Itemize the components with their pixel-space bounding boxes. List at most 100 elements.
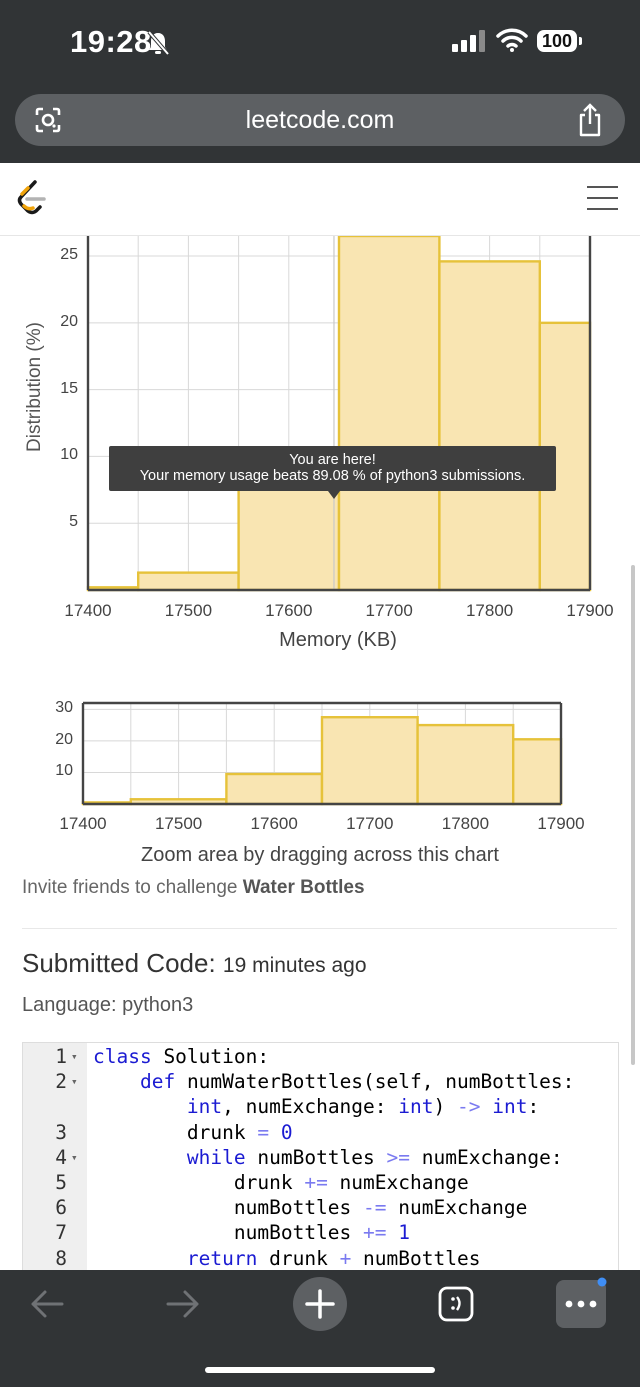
camera-lens-icon[interactable] bbox=[34, 106, 62, 134]
y-tick-label: 20 bbox=[60, 312, 78, 330]
code-token: += bbox=[363, 1221, 387, 1245]
code-token: return bbox=[186, 1246, 258, 1270]
histogram-bar bbox=[225, 772, 324, 806]
code-token: def bbox=[139, 1070, 176, 1094]
code-text: numBottles += 1 bbox=[93, 1221, 411, 1245]
y-tick-label: 25 bbox=[60, 246, 78, 264]
x-tick-label: 17900 bbox=[537, 814, 585, 833]
x-tick-label: 17600 bbox=[265, 601, 313, 620]
home-indicator bbox=[205, 1367, 435, 1373]
site-header bbox=[0, 163, 640, 236]
back-arrow-icon[interactable] bbox=[28, 1288, 66, 1320]
code-text: class Solution: bbox=[93, 1045, 270, 1068]
bell-muted-icon bbox=[147, 30, 170, 56]
tooltip-title: You are here! bbox=[289, 452, 376, 468]
tooltip-pointer bbox=[328, 491, 340, 499]
y-tick-label: 10 bbox=[55, 762, 73, 780]
invite-prefix: Invite friends to challenge bbox=[22, 877, 243, 898]
histogram-bar bbox=[438, 260, 541, 592]
battery-tip bbox=[579, 37, 582, 45]
histogram-bar bbox=[136, 571, 240, 592]
y-tick-label: 10 bbox=[60, 446, 78, 464]
code-line[interactable]: 2 ▾ def numWaterBottles(self, numBottles: bbox=[23, 1069, 618, 1094]
code-text: while numBottles >= numExchange: bbox=[186, 1145, 563, 1169]
code-text: return drunk + numBottles bbox=[186, 1246, 481, 1270]
tooltip: You are here! Your memory usage beats 89… bbox=[109, 446, 556, 491]
y-tick-label: 5 bbox=[69, 513, 78, 531]
invite-text: Invite friends to challenge Water Bottle… bbox=[22, 877, 365, 899]
code-line[interactable]: int, numExchange: int) -> int: bbox=[23, 1094, 618, 1119]
forward-arrow-icon[interactable] bbox=[164, 1288, 202, 1320]
line-number-text: 7 bbox=[55, 1221, 67, 1245]
line-number-text: 1 bbox=[55, 1045, 67, 1068]
code-text: numBottles -= numExchange bbox=[93, 1196, 528, 1220]
code-token: 0 bbox=[280, 1120, 293, 1144]
new-tab-plus-icon[interactable] bbox=[292, 1276, 348, 1332]
invite-problem-link[interactable]: Water Bottles bbox=[243, 877, 365, 898]
code-line[interactable]: 1 ▾ class Solution: bbox=[23, 1044, 618, 1069]
share-icon[interactable] bbox=[576, 103, 604, 137]
code-line[interactable]: 6 numBottles -= numExchange bbox=[23, 1195, 618, 1220]
line-number-text: 3 bbox=[55, 1120, 67, 1144]
more-options-icon[interactable] bbox=[554, 1276, 610, 1330]
zoom-hint: Zoom area by dragging across this chart bbox=[141, 844, 499, 866]
leetcode-logo[interactable] bbox=[16, 180, 48, 216]
x-tick-label: 17700 bbox=[346, 814, 394, 833]
battery-level: 100 bbox=[537, 30, 577, 52]
code-text: drunk = 0 bbox=[93, 1120, 293, 1144]
y-axis-label: Distribution (%) bbox=[24, 322, 45, 452]
code-line[interactable]: 7 numBottles += 1 bbox=[23, 1220, 618, 1245]
x-tick-label: 17600 bbox=[250, 814, 298, 833]
submitted-label: Submitted Code: bbox=[22, 948, 216, 978]
tabs-icon[interactable] bbox=[437, 1285, 475, 1323]
code-line[interactable]: 8 return drunk + numBottles bbox=[23, 1246, 618, 1271]
x-tick-label: 17400 bbox=[64, 601, 112, 620]
y-tick-label: 30 bbox=[55, 699, 73, 717]
code-text: int, numExchange: int) -> int: bbox=[186, 1095, 540, 1119]
line-number-text: 8 bbox=[55, 1246, 67, 1270]
x-tick-label: 17800 bbox=[465, 601, 514, 620]
histogram-bar bbox=[512, 738, 563, 806]
zoom-overview-chart[interactable] bbox=[0, 700, 640, 810]
code-token: while bbox=[186, 1145, 246, 1169]
submitted-code-heading: Submitted Code: 19 minutes ago bbox=[22, 948, 367, 979]
fold-toggle-icon[interactable]: ▾ bbox=[71, 1145, 78, 1170]
code-line[interactable]: 3 drunk = 0 bbox=[23, 1120, 618, 1145]
fold-toggle-icon[interactable]: ▾ bbox=[71, 1069, 78, 1094]
memory-distribution-chart[interactable] bbox=[0, 236, 640, 596]
code-token: int bbox=[492, 1095, 528, 1119]
code-token: -> bbox=[456, 1095, 481, 1119]
line-number-text: 4 bbox=[55, 1145, 67, 1169]
code-token: 1 bbox=[398, 1221, 411, 1245]
code-editor[interactable]: 1 ▾ class Solution: 2 ▾ def numWaterBottles(… bbox=[22, 1042, 619, 1274]
tooltip-text: Your memory usage beats 89.08 % of pytho… bbox=[139, 468, 526, 484]
page-scrollbar[interactable] bbox=[631, 565, 635, 1065]
y-tick-label: 20 bbox=[55, 730, 73, 748]
section-divider bbox=[22, 928, 617, 929]
code-token: -= bbox=[363, 1196, 387, 1220]
cellular-signal-icon bbox=[452, 30, 485, 52]
code-line[interactable]: 4 ▾ while numBottles >= numExchange: bbox=[23, 1145, 618, 1170]
language-label: Language: python3 bbox=[22, 994, 194, 1016]
code-token: int bbox=[398, 1095, 434, 1119]
x-tick-label: 17800 bbox=[441, 814, 490, 833]
url-text[interactable]: leetcode.com bbox=[0, 106, 640, 135]
code-token: >= bbox=[386, 1145, 410, 1169]
histogram-bar bbox=[416, 723, 515, 806]
code-text: drunk += numExchange bbox=[93, 1171, 469, 1194]
x-tick-label: 17900 bbox=[566, 601, 614, 620]
y-tick-label: 15 bbox=[60, 379, 78, 397]
line-number-text: 6 bbox=[55, 1196, 67, 1220]
code-token: int bbox=[186, 1095, 223, 1119]
code-text: def numWaterBottles(self, numBottles: bbox=[139, 1070, 575, 1094]
fold-toggle-icon[interactable]: ▾ bbox=[71, 1044, 78, 1069]
code-token: = bbox=[257, 1120, 270, 1144]
code-line[interactable]: 5 drunk += numExchange bbox=[23, 1170, 618, 1195]
submitted-time: 19 minutes ago bbox=[222, 954, 367, 977]
x-tick-label: 17500 bbox=[164, 601, 213, 620]
status-time: 19:28 bbox=[70, 24, 152, 59]
line-number-text: 5 bbox=[55, 1171, 67, 1194]
hamburger-menu-icon[interactable] bbox=[587, 186, 618, 219]
code-token: += bbox=[304, 1171, 328, 1194]
x-tick-label: 17500 bbox=[154, 814, 203, 833]
